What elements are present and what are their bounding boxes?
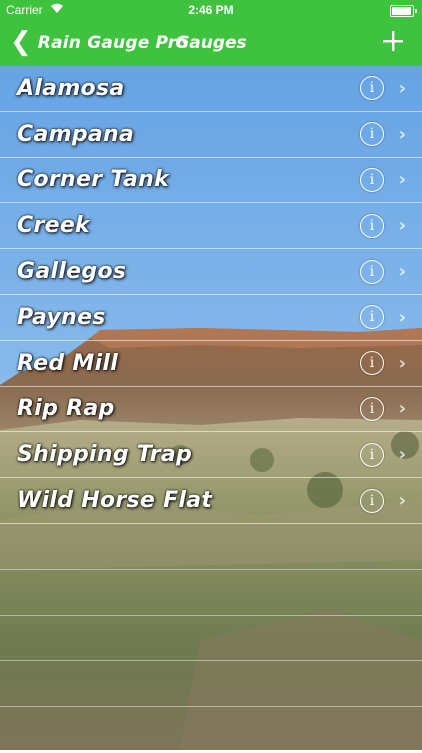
gauge-row[interactable]: Rip Rap i › [0, 387, 422, 433]
gauge-row[interactable]: Gallegos i › [0, 249, 422, 295]
chevron-right-icon: › [398, 123, 406, 145]
chevron-right-icon: › [398, 306, 406, 328]
gauge-row[interactable]: Campana i › [0, 112, 422, 158]
info-circle-icon[interactable]: i [360, 442, 384, 467]
empty-row [0, 707, 422, 753]
empty-row [0, 570, 422, 616]
gauge-name: Alamosa [17, 75, 125, 101]
navigation-bar: ❮ Rain Gauge Pro Gauges [0, 20, 422, 66]
battery-icon [390, 5, 417, 17]
empty-row [0, 524, 422, 570]
chevron-right-icon: › [398, 490, 406, 512]
gauge-row[interactable]: Creek i › [0, 203, 422, 250]
gauge-row[interactable]: Shipping Trap i › [0, 432, 422, 479]
chevron-right-icon: › [398, 77, 406, 99]
status-bar: Carrier 2:46 PM [0, 0, 422, 20]
gauge-name: Creek [17, 213, 90, 239]
gauge-name: Gallegos [17, 259, 127, 285]
info-circle-icon[interactable]: i [360, 167, 384, 192]
info-circle-icon[interactable]: i [360, 396, 384, 421]
info-circle-icon[interactable]: i [360, 351, 384, 376]
gauge-row[interactable]: Paynes i › [0, 295, 422, 341]
info-circle-icon[interactable]: i [360, 305, 384, 330]
gauge-name: Rip Rap [17, 396, 115, 422]
gauge-name: Shipping Trap [17, 442, 193, 468]
chevron-right-icon: › [398, 261, 406, 283]
gauge-name: Wild Horse Flat [17, 488, 213, 514]
chevron-right-icon: › [398, 352, 406, 374]
gauge-name: Paynes [17, 304, 106, 330]
info-circle-icon[interactable]: i [360, 259, 384, 284]
gauge-list: Alamosa i › Campana i › Corner Tank i › Creek i › Ga… [0, 66, 422, 753]
chevron-right-icon: › [398, 398, 406, 420]
info-circle-icon[interactable]: i [360, 122, 384, 147]
chevron-right-icon: › [398, 444, 406, 466]
gauge-name: Corner Tank [17, 167, 170, 193]
status-time: 2:46 PM [188, 3, 234, 17]
gauge-row[interactable]: Wild Horse Flat i › [0, 478, 422, 524]
info-circle-icon[interactable]: i [360, 76, 384, 101]
empty-row [0, 616, 422, 662]
plus-icon [383, 31, 403, 51]
chevron-right-icon: › [398, 215, 406, 237]
gauge-name: Red Mill [17, 350, 119, 376]
gauge-row[interactable]: Alamosa i › [0, 66, 422, 112]
gauge-row[interactable]: Red Mill i › [0, 341, 422, 387]
chevron-right-icon: › [398, 169, 406, 191]
info-circle-icon[interactable]: i [360, 488, 384, 513]
empty-row [0, 661, 422, 708]
add-gauge-button[interactable] [378, 26, 408, 56]
gauge-row[interactable]: Corner Tank i › [0, 158, 422, 204]
page-title: Gauges [175, 33, 247, 53]
gauge-name: Campana [17, 121, 135, 147]
info-circle-icon[interactable]: i [360, 213, 384, 238]
